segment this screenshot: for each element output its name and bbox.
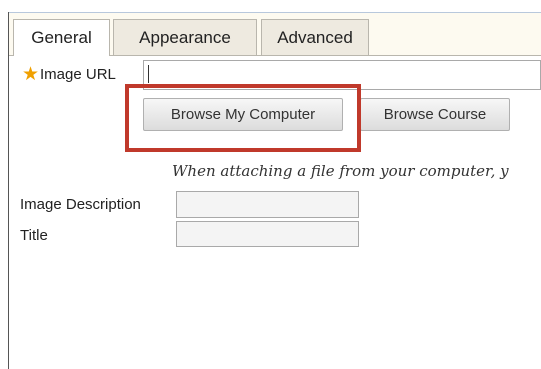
text-cursor (148, 65, 149, 83)
image-description-input[interactable] (176, 191, 359, 218)
title-input[interactable] (176, 221, 359, 247)
image-url-label: Image URL (40, 66, 116, 83)
tab-advanced[interactable]: Advanced (261, 19, 369, 55)
image-description-label: Image Description (20, 196, 141, 213)
browse-course-button[interactable]: Browse Course (360, 98, 510, 131)
tab-general[interactable]: General (13, 19, 110, 56)
asterisk-icon: ★ (22, 64, 40, 85)
panel-left-border (8, 12, 9, 369)
highlight-box (125, 84, 361, 152)
attachment-notice: When attaching a file from your computer… (172, 162, 509, 180)
tab-appearance[interactable]: Appearance (113, 19, 257, 55)
title-label: Title (20, 227, 48, 244)
